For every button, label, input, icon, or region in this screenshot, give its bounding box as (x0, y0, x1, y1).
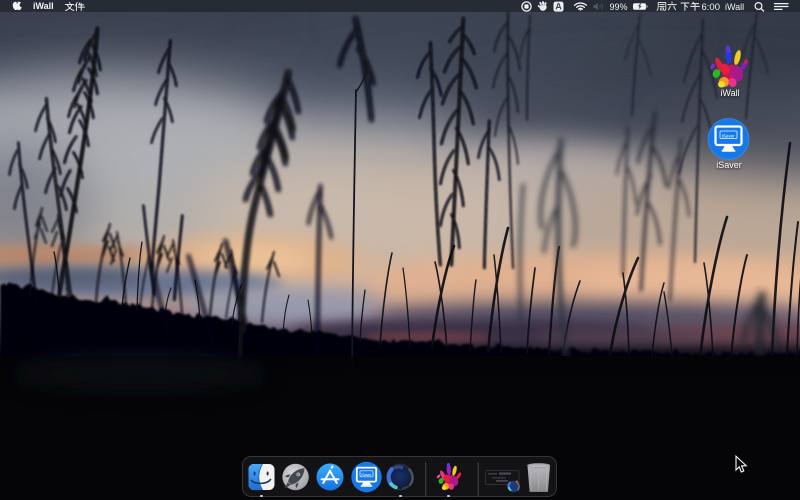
svg-text:iWall: iWall (725, 2, 744, 12)
svg-text:iSaver: iSaver (722, 134, 735, 139)
svg-text:99%: 99% (610, 2, 628, 12)
svg-text:iSaver: iSaver (361, 473, 372, 477)
svg-text:6:00: 6:00 (702, 2, 721, 13)
